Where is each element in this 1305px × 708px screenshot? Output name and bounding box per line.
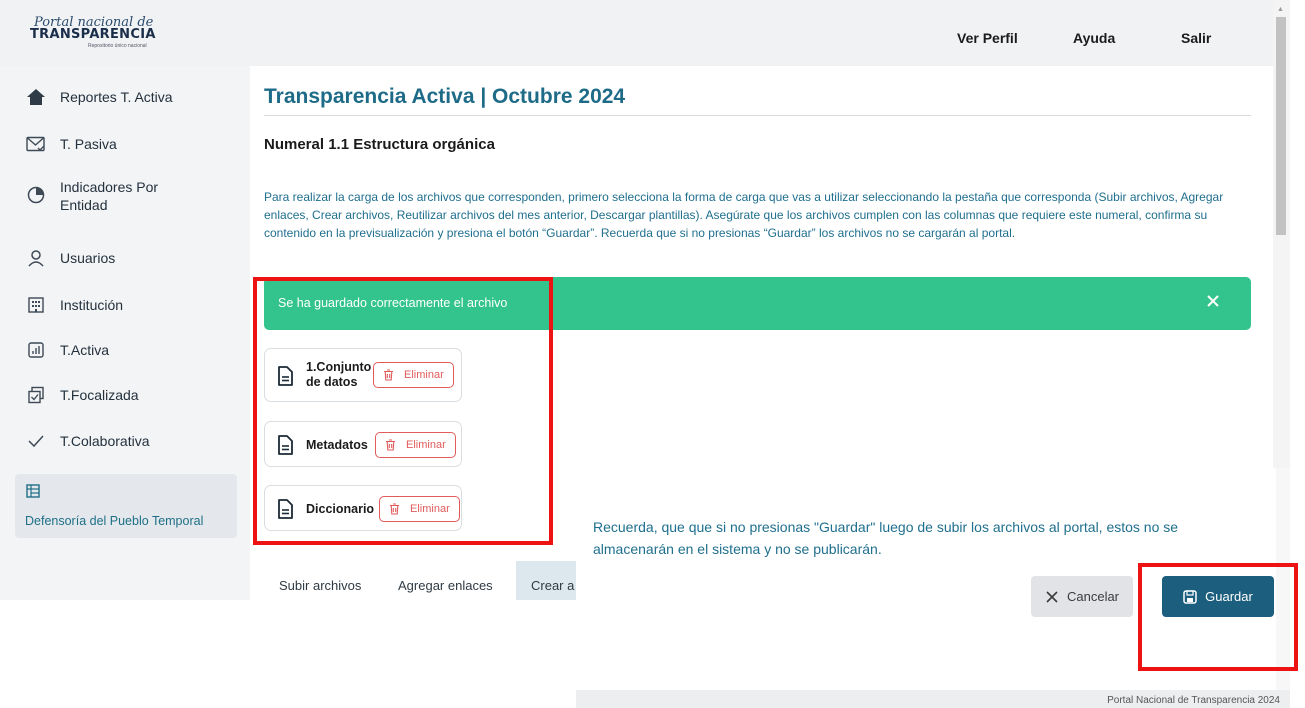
entity-label: Defensoría del Pueblo Temporal (25, 514, 204, 528)
sidebar-item-institucion[interactable]: Institución (26, 295, 123, 315)
building-icon (26, 295, 46, 315)
sidebar-item-label: T. Pasiva (60, 136, 117, 152)
sidebar-item-label: T.Activa (60, 342, 110, 358)
check-icon (26, 431, 46, 451)
user-icon (26, 248, 46, 268)
portal-logo[interactable]: Portal nacional de TRANSPARENCIA Reposit… (30, 15, 160, 55)
sidebar-item-label: T.Focalizada (60, 387, 139, 403)
footer-text: Portal Nacional de Transparencia 2024 (1107, 695, 1280, 706)
pie-chart-icon (26, 185, 46, 205)
tab-subir-archivos[interactable]: Subir archivos (279, 578, 361, 593)
section-subtitle: Numeral 1.1 Estructura orgánica (264, 136, 495, 153)
sidebar-item-label: Indicadores Por Entidad (60, 179, 159, 213)
instructions-text: Para realizar la carga de los archivos q… (264, 190, 1224, 240)
highlight-box-save (1138, 563, 1298, 671)
sidebar-item-label: Institución (60, 297, 124, 313)
title-divider (264, 115, 1251, 116)
cancel-button[interactable]: Cancelar (1031, 576, 1133, 617)
logo-line-3: Repositorio único nacional (88, 43, 147, 49)
sidebar-item-reportes[interactable]: Reportes T. Activa (26, 87, 173, 107)
sidebar-item-label: Usuarios (60, 250, 116, 266)
top-header: Portal nacional de TRANSPARENCIA Reposit… (0, 0, 1273, 66)
nav-ver-perfil[interactable]: Ver Perfil (957, 30, 1018, 46)
sidebar-item-indicadores[interactable]: Indicadores Por Entidad (26, 178, 226, 214)
tab-agregar-enlaces[interactable]: Agregar enlaces (398, 578, 493, 593)
sidebar-item-usuarios[interactable]: Usuarios (26, 248, 115, 268)
nav-ayuda[interactable]: Ayuda (1073, 30, 1115, 46)
sidebar-item-label: T.Colaborativa (60, 433, 150, 449)
sidebar-item-t-colaborativa[interactable]: T.Colaborativa (26, 431, 150, 451)
sidebar-entity-card[interactable]: Defensoría del Pueblo Temporal (15, 474, 237, 538)
sidebar-item-t-pasiva[interactable]: T. Pasiva (26, 134, 117, 154)
sidebar: Reportes T. Activa T. Pasiva Indicadores… (0, 66, 250, 600)
entity-icon (26, 484, 40, 501)
scroll-up-icon[interactable]: ▲ (1277, 6, 1284, 13)
home-icon (26, 87, 46, 107)
copy-check-icon (26, 385, 46, 405)
nav-salir[interactable]: Salir (1181, 30, 1211, 46)
close-icon (1045, 590, 1059, 604)
cancel-label: Cancelar (1066, 589, 1120, 604)
tab-crear-archivos[interactable]: Crear a (531, 578, 574, 593)
mail-icon (26, 134, 46, 154)
sidebar-item-t-focalizada[interactable]: T.Focalizada (26, 385, 139, 405)
scrollbar-thumb[interactable] (1276, 17, 1286, 235)
sidebar-item-t-activa[interactable]: T.Activa (26, 340, 109, 360)
logo-line-2: TRANSPARENCIA (30, 27, 156, 42)
close-icon[interactable] (1203, 291, 1223, 311)
bar-chart-icon (26, 340, 46, 360)
page-title: Transparencia Activa | Octubre 2024 (264, 85, 626, 108)
highlight-box-files (253, 277, 553, 545)
save-reminder-text: Recuerda, que que si no presionas "Guard… (593, 519, 1179, 557)
page-footer: Portal Nacional de Transparencia 2024 (576, 690, 1290, 708)
sidebar-item-label: Reportes T. Activa (60, 89, 173, 105)
